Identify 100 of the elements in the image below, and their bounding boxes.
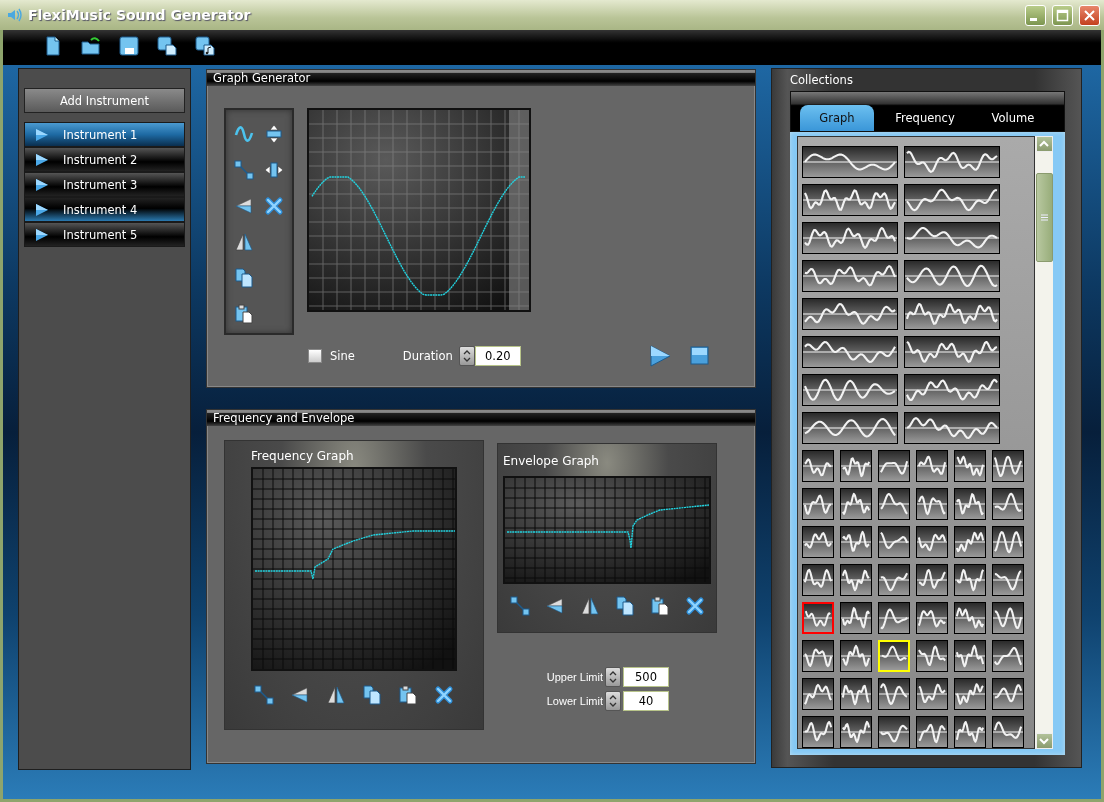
minimize-button[interactable] (1025, 4, 1046, 26)
spinner-button[interactable] (605, 691, 621, 711)
waveform-thumbnail[interactable] (802, 564, 834, 596)
vertical-arrows-icon[interactable] (264, 124, 284, 144)
waveform-thumbnail[interactable] (916, 602, 948, 634)
scrollbar-thumb[interactable] (1035, 173, 1053, 262)
line-node-icon[interactable] (509, 596, 530, 616)
waveform-thumbnail[interactable] (954, 564, 986, 596)
triangle-icon[interactable] (290, 685, 310, 705)
clipboard-icon[interactable] (398, 685, 418, 705)
waveform-thumbnail[interactable] (904, 412, 1000, 444)
waveform-thumbnail[interactable] (840, 602, 872, 634)
waveform-thumbnail[interactable] (954, 526, 986, 558)
envelope-graph[interactable] (503, 476, 711, 584)
waveform-thumbnail[interactable] (992, 716, 1024, 748)
waveform-thumbnail[interactable] (878, 488, 910, 520)
waveform-thumbnail[interactable] (878, 716, 910, 748)
spinner-button[interactable] (605, 667, 621, 687)
waveform-thumbnail[interactable] (802, 374, 898, 406)
horizontal-arrows-icon[interactable] (264, 160, 284, 180)
add-instrument-button[interactable]: Add Instrument (24, 88, 185, 113)
waveform-thumbnail[interactable] (992, 526, 1024, 558)
tab[interactable]: Volume (976, 105, 1050, 131)
lower-limit-field[interactable]: 40 (623, 691, 669, 711)
waveform-thumbnail[interactable] (840, 488, 872, 520)
waveform-thumbnail[interactable] (878, 602, 910, 634)
waveform-thumbnail[interactable] (878, 450, 910, 482)
spinner-button[interactable] (458, 346, 475, 366)
waveform-thumbnail[interactable] (802, 146, 898, 178)
waveform-thumbnail[interactable] (802, 412, 898, 444)
waveform-thumbnail[interactable] (992, 640, 1024, 672)
instrument-item[interactable]: Instrument 5 (24, 222, 185, 247)
waveform-thumbnail[interactable] (802, 260, 898, 292)
waveform-thumbnail[interactable] (992, 488, 1024, 520)
waveform-thumbnail[interactable] (954, 678, 986, 710)
folder-icon[interactable] (81, 36, 101, 56)
waveform-thumbnail[interactable] (840, 450, 872, 482)
waveform-thumbnail[interactable] (878, 564, 910, 596)
waveform-thumbnail[interactable] (802, 298, 898, 330)
frequency-graph[interactable] (251, 467, 457, 671)
waveform-thumbnail[interactable] (802, 678, 834, 710)
copy-icon[interactable] (234, 268, 254, 288)
waveform-thumbnail[interactable] (878, 526, 910, 558)
waveform-thumbnail[interactable] (802, 184, 898, 216)
scrollbar[interactable] (1035, 136, 1053, 749)
mirror-triangles-icon[interactable] (579, 596, 600, 616)
scroll-up-button[interactable] (1035, 136, 1053, 152)
play-button[interactable] (648, 345, 671, 367)
sine-wave-icon[interactable] (234, 124, 254, 144)
copy-icon[interactable] (362, 685, 382, 705)
waveform-thumbnail[interactable] (954, 640, 986, 672)
waveform-thumbnail[interactable] (904, 260, 1000, 292)
waveform-thumbnail[interactable] (904, 222, 1000, 254)
instrument-item[interactable]: Instrument 4 (24, 197, 185, 222)
waveform-thumbnail[interactable] (802, 222, 898, 254)
stop-button[interactable] (688, 345, 711, 367)
checkbox[interactable] (308, 349, 322, 363)
waveform-thumbnail[interactable] (916, 526, 948, 558)
waveform-graph[interactable] (307, 108, 531, 312)
waveform-thumbnail[interactable] (916, 678, 948, 710)
triangle-icon[interactable] (544, 596, 565, 616)
maximize-button[interactable] (1052, 4, 1073, 26)
waveform-thumbnail[interactable] (954, 488, 986, 520)
instrument-item[interactable]: Instrument 2 (24, 147, 185, 172)
scroll-down-button[interactable] (1035, 733, 1053, 749)
save-icon[interactable] (119, 36, 139, 56)
waveform-thumbnail[interactable] (904, 184, 1000, 216)
waveform-thumbnail[interactable] (916, 488, 948, 520)
waveform-thumbnail[interactable] (840, 526, 872, 558)
waveform-thumbnail[interactable] (802, 602, 834, 634)
waveform-thumbnail[interactable] (904, 146, 1000, 178)
waveform-thumbnail[interactable] (916, 564, 948, 596)
waveform-thumbnail[interactable] (992, 564, 1024, 596)
waveform-thumbnail[interactable] (954, 450, 986, 482)
cross-icon[interactable] (264, 196, 284, 216)
waveform-thumbnail[interactable] (840, 564, 872, 596)
new-file-icon[interactable] (43, 36, 63, 56)
mirror-triangles-icon[interactable] (234, 232, 254, 252)
waveform-thumbnail[interactable] (802, 450, 834, 482)
mirror-triangles-icon[interactable] (326, 685, 346, 705)
waveform-thumbnail[interactable] (802, 336, 898, 368)
waveform-thumbnail[interactable] (992, 678, 1024, 710)
triangle-icon[interactable] (234, 196, 254, 216)
waveform-thumbnail[interactable] (840, 640, 872, 672)
instrument-item[interactable]: Instrument 3 (24, 172, 185, 197)
waveform-thumbnail[interactable] (916, 716, 948, 748)
copy-icon[interactable] (614, 596, 635, 616)
waveform-thumbnail[interactable] (954, 716, 986, 748)
line-node-icon[interactable] (254, 685, 274, 705)
waveform-thumbnail[interactable] (840, 678, 872, 710)
waveform-thumbnail[interactable] (904, 336, 1000, 368)
clipboard-icon[interactable] (649, 596, 670, 616)
waveform-thumbnail[interactable] (916, 640, 948, 672)
waveform-thumbnail[interactable] (954, 602, 986, 634)
waveform-thumbnail[interactable] (802, 640, 834, 672)
duration-field[interactable]: 0.20 (474, 346, 521, 366)
waveform-thumbnail[interactable] (840, 716, 872, 748)
tab[interactable]: Graph (800, 105, 874, 131)
waveform-thumbnail[interactable] (802, 488, 834, 520)
upper-limit-field[interactable]: 500 (623, 667, 669, 687)
